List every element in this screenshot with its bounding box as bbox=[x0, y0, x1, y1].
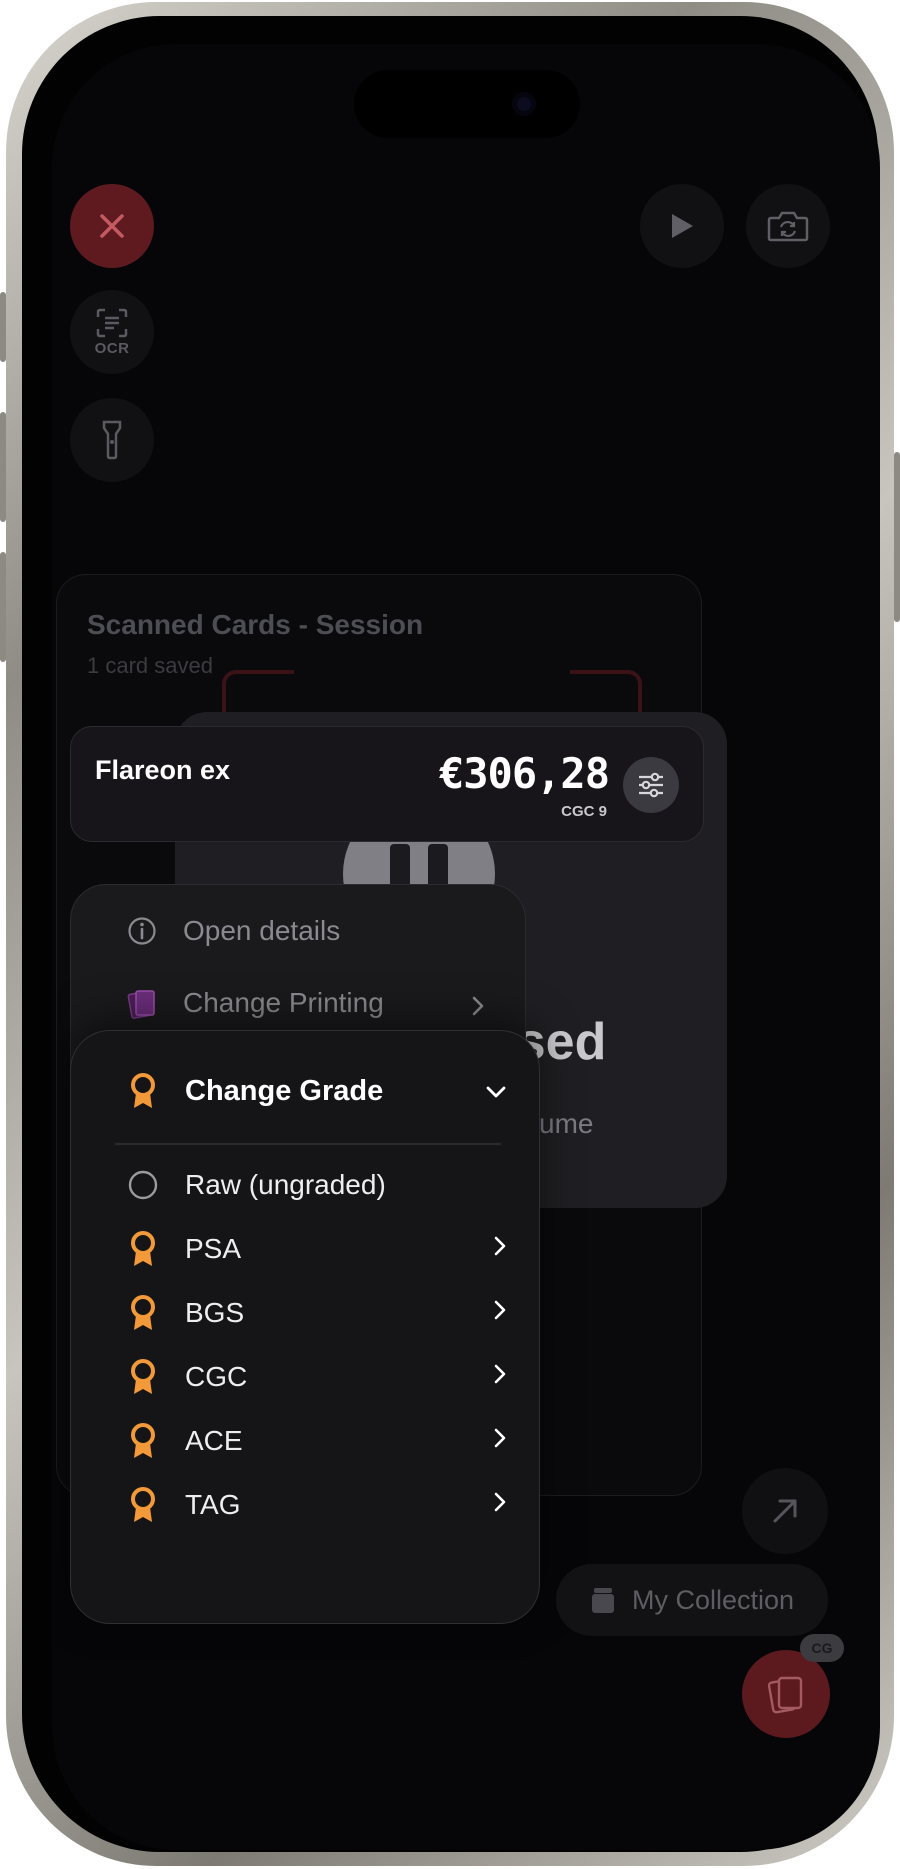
grade-option-psa[interactable]: PSA bbox=[127, 1225, 507, 1273]
change-grade-header-label: Change Grade bbox=[185, 1074, 384, 1107]
scanned-card-row[interactable]: Flareon ex €306,28 CGC 9 bbox=[70, 726, 704, 842]
action-button bbox=[0, 292, 6, 362]
flashlight-button[interactable] bbox=[70, 398, 154, 482]
grade-option-label: Raw (ungraded) bbox=[185, 1169, 386, 1200]
menu-item-change-printing-label: Change Printing bbox=[183, 987, 384, 1018]
grade-option-cgc[interactable]: CGC bbox=[127, 1353, 507, 1401]
award-ribbon-icon bbox=[131, 1231, 155, 1266]
play-icon bbox=[672, 214, 693, 238]
grade-option-ace[interactable]: ACE bbox=[127, 1417, 507, 1465]
power-button bbox=[894, 452, 900, 622]
grade-option-label: CGC bbox=[185, 1361, 248, 1392]
close-icon bbox=[100, 214, 124, 238]
chevron-right-icon bbox=[494, 1428, 506, 1448]
grade-option-bgs[interactable]: BGS bbox=[127, 1289, 507, 1337]
volume-up-button bbox=[0, 412, 6, 522]
change-grade-header[interactable]: Change Grade bbox=[127, 1067, 507, 1115]
grade-option-label: PSA bbox=[185, 1233, 242, 1264]
chevron-right-icon bbox=[494, 1492, 506, 1512]
card-options-button[interactable] bbox=[623, 757, 679, 813]
info-icon bbox=[128, 917, 156, 945]
my-collection-label: My Collection bbox=[631, 1584, 795, 1615]
menu-separator bbox=[115, 1143, 501, 1145]
chevron-right-icon bbox=[494, 1364, 506, 1384]
grade-option-raw[interactable]: Raw (ungraded) bbox=[127, 1161, 507, 1209]
switch-camera-button[interactable] bbox=[746, 184, 830, 268]
my-collection-button[interactable]: My Collection bbox=[556, 1564, 828, 1636]
close-button[interactable] bbox=[70, 184, 154, 268]
award-ribbon-icon bbox=[131, 1423, 155, 1458]
card-name: Flareon ex bbox=[95, 755, 231, 785]
scan-cards-fab[interactable] bbox=[742, 1650, 830, 1738]
front-camera bbox=[512, 92, 536, 116]
grade-option-label: ACE bbox=[185, 1425, 243, 1456]
radio-circle-icon bbox=[128, 1170, 158, 1200]
session-title: Scanned Cards - Session bbox=[87, 609, 424, 640]
grade-option-label: BGS bbox=[185, 1297, 245, 1328]
play-button[interactable] bbox=[640, 184, 724, 268]
flashlight-icon bbox=[102, 420, 122, 460]
arrow-up-right-icon bbox=[773, 1499, 797, 1523]
chevron-right-icon bbox=[472, 996, 484, 1016]
ocr-label: OCR bbox=[94, 339, 130, 357]
sliders-icon bbox=[639, 772, 663, 798]
award-ribbon-icon bbox=[131, 1487, 155, 1522]
expand-button[interactable] bbox=[742, 1468, 828, 1554]
chevron-down-icon bbox=[486, 1086, 506, 1098]
award-ribbon-icon bbox=[131, 1359, 155, 1394]
ocr-button[interactable]: OCR bbox=[70, 290, 154, 374]
chevron-right-icon bbox=[494, 1236, 506, 1256]
app-screen: OCR Scanned Cards - Session 1 card saved bbox=[52, 44, 880, 1850]
ocr-scan-icon bbox=[96, 308, 128, 337]
award-ribbon-icon bbox=[131, 1295, 155, 1330]
grade-option-label: TAG bbox=[185, 1489, 241, 1520]
fab-badge: CG bbox=[800, 1634, 844, 1662]
camera-rotate-icon bbox=[767, 211, 809, 242]
menu-item-open-details-label: Open details bbox=[183, 915, 341, 946]
grade-option-tag[interactable]: TAG bbox=[127, 1481, 507, 1529]
volume-down-button bbox=[0, 552, 6, 662]
dynamic-island bbox=[354, 70, 580, 138]
change-grade-menu: Change Grade Raw (ungraded) PSA BGS CGC … bbox=[70, 1030, 540, 1624]
cards-stack-icon bbox=[127, 990, 155, 1019]
collection-box-icon bbox=[591, 1588, 614, 1613]
cards-stack-icon bbox=[767, 1676, 803, 1714]
award-ribbon-icon bbox=[131, 1073, 155, 1108]
card-price: €306,28 bbox=[438, 749, 610, 798]
menu-item-change-printing[interactable]: Change Printing bbox=[125, 987, 485, 1019]
menu-item-open-details[interactable]: Open details bbox=[125, 915, 340, 947]
card-grade: CGC 9 bbox=[561, 803, 607, 820]
chevron-right-icon bbox=[494, 1300, 506, 1320]
session-subtitle: 1 card saved bbox=[87, 653, 213, 678]
